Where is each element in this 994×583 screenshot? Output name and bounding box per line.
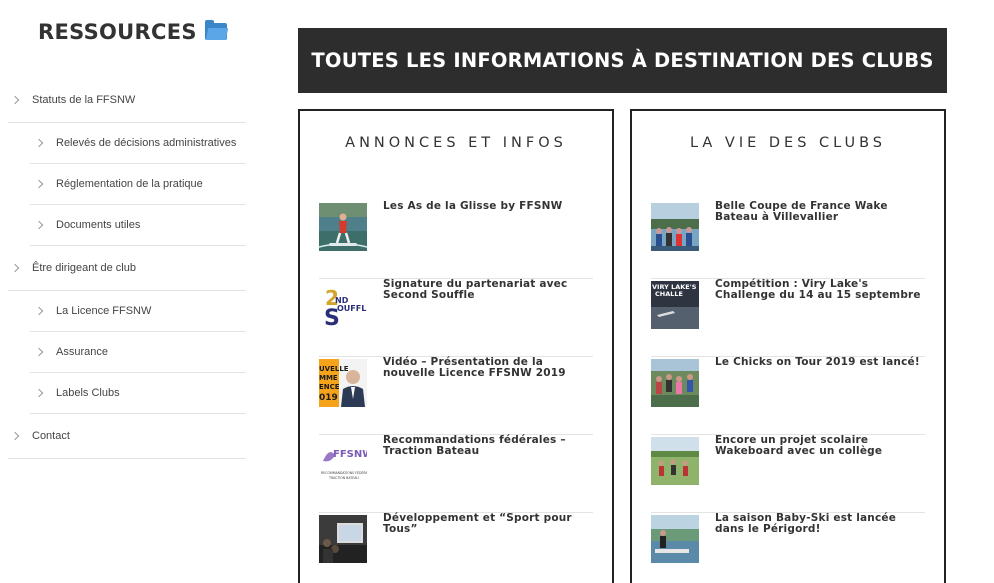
post-thumbnail[interactable]	[319, 203, 367, 251]
menu-item-assurance[interactable]: Assurance	[30, 332, 246, 373]
post-title-link[interactable]: Développement et “Sport pour Tous”	[383, 513, 595, 535]
menu-item-label: Labels Clubs	[56, 387, 120, 399]
post-item[interactable]: Encore un projet scolaire Wakeboard avec…	[651, 435, 925, 513]
ffsnw-logo-text: FFSNW	[333, 449, 367, 460]
licence-text-1: UVELLE	[319, 365, 349, 373]
chevron-right-icon	[34, 138, 44, 148]
chevron-right-icon	[10, 431, 20, 441]
menu-item-label: La Licence FFSNW	[56, 305, 152, 317]
post-title-link[interactable]: Vidéo – Présentation de la nouvelle Lice…	[383, 357, 595, 379]
menu-item-label: Documents utiles	[56, 219, 141, 231]
panel-title: ANNONCES ET INFOS	[345, 135, 567, 151]
chevron-right-icon	[34, 306, 44, 316]
post-thumbnail[interactable]	[319, 515, 367, 563]
second-souffle-word: OUFFLE	[337, 304, 367, 313]
post-item[interactable]: La saison Baby-Ski est lancée dans le Pé…	[651, 513, 925, 583]
post-title-link[interactable]: Encore un projet scolaire Wakeboard avec…	[715, 435, 927, 457]
chevron-right-icon	[10, 263, 20, 273]
chevron-right-icon	[34, 347, 44, 357]
menu-item-label: Réglementation de la pratique	[56, 178, 203, 190]
post-item[interactable]: UVELLE MME ENCE 019 Vidéo – Présentation…	[319, 357, 593, 435]
post-thumbnail[interactable]	[651, 437, 699, 485]
page-banner: TOUTES LES INFORMATIONS À DESTINATION DE…	[298, 28, 947, 93]
menu-item-reglementation[interactable]: Réglementation de la pratique	[30, 164, 246, 205]
ffsnw-caption-1: RECOMMANDATIONS FÉDÉRALES	[321, 470, 367, 475]
menu-item-dirigeant[interactable]: Être dirigeant de club	[8, 246, 246, 291]
post-item[interactable]: Belle Coupe de France Wake Bateau à Vill…	[651, 201, 925, 279]
menu-item-releves[interactable]: Relevés de décisions administratives	[30, 123, 246, 164]
viry-thumb-text-2: CHALLE	[655, 290, 683, 298]
post-thumbnail[interactable]	[651, 203, 699, 251]
chevron-right-icon	[34, 179, 44, 189]
post-title-link[interactable]: La saison Baby-Ski est lancée dans le Pé…	[715, 513, 927, 535]
post-title-link[interactable]: Les As de la Glisse by FFSNW	[383, 201, 595, 212]
panel-title: LA VIE DES CLUBS	[689, 135, 887, 151]
post-title-link[interactable]: Le Chicks on Tour 2019 est lancé!	[715, 357, 927, 368]
page-title: TOUTES LES INFORMATIONS À DESTINATION DE…	[311, 49, 934, 72]
folder-icon	[204, 20, 229, 41]
licence-text-3: ENCE	[319, 383, 340, 391]
menu-item-label: Assurance	[56, 346, 108, 358]
post-title-link[interactable]: Belle Coupe de France Wake Bateau à Vill…	[715, 201, 927, 223]
post-item[interactable]: FFSNW RECOMMANDATIONS FÉDÉRALES TRACTION…	[319, 435, 593, 513]
chevron-right-icon	[34, 388, 44, 398]
post-thumbnail[interactable]: FFSNW RECOMMANDATIONS FÉDÉRALES TRACTION…	[319, 437, 367, 485]
menu-item-label: Statuts de la FFSNW	[32, 94, 136, 106]
panel-vie-des-clubs: LA VIE DES CLUBS Belle Coupe de France W…	[630, 109, 946, 583]
post-item[interactable]: VIRY LAKE'S CHALLE Compétition : Viry La…	[651, 279, 925, 357]
post-item[interactable]: 2 ND S OUFFLE Signature du partenariat a…	[319, 279, 593, 357]
post-thumbnail[interactable]: 2 ND S OUFFLE	[319, 281, 367, 329]
resources-menu: Statuts de la FFSNW Relevés de décisions…	[8, 78, 246, 459]
menu-item-labels[interactable]: Labels Clubs	[30, 373, 246, 414]
licence-text-4: 019	[319, 393, 338, 403]
post-title-link[interactable]: Recommandations fédérales – Traction Bat…	[383, 435, 595, 457]
post-thumbnail[interactable]	[651, 515, 699, 563]
ffsnw-caption-2: TRACTION BATEAU	[328, 476, 359, 480]
menu-item-label: Relevés de décisions administratives	[56, 137, 237, 149]
menu-item-label: Être dirigeant de club	[32, 262, 136, 274]
post-thumbnail[interactable]: UVELLE MME ENCE 019	[319, 359, 367, 407]
post-title-link[interactable]: Compétition : Viry Lake's Challenge du 1…	[715, 279, 927, 301]
post-thumbnail[interactable]: VIRY LAKE'S CHALLE	[651, 281, 699, 329]
menu-item-statuts[interactable]: Statuts de la FFSNW	[8, 78, 246, 123]
menu-item-label: Contact	[32, 430, 70, 442]
chevron-right-icon	[34, 220, 44, 230]
menu-item-licence[interactable]: La Licence FFSNW	[30, 291, 246, 332]
post-thumbnail[interactable]	[651, 359, 699, 407]
sidebar-title: RESSOURCES	[38, 20, 229, 44]
post-item[interactable]: Le Chicks on Tour 2019 est lancé!	[651, 357, 925, 435]
menu-item-contact[interactable]: Contact	[8, 414, 246, 459]
menu-item-documents[interactable]: Documents utiles	[30, 205, 246, 246]
post-title-link[interactable]: Signature du partenariat avec Second Sou…	[383, 279, 595, 301]
post-item[interactable]: Développement et “Sport pour Tous”	[319, 513, 593, 583]
chevron-right-icon	[10, 95, 20, 105]
panel-annonces: ANNONCES ET INFOS Les As de la Glisse by…	[298, 109, 614, 583]
post-item[interactable]: Les As de la Glisse by FFSNW	[319, 201, 593, 279]
sidebar-title-text: RESSOURCES	[38, 20, 197, 44]
licence-text-2: MME	[319, 374, 338, 382]
